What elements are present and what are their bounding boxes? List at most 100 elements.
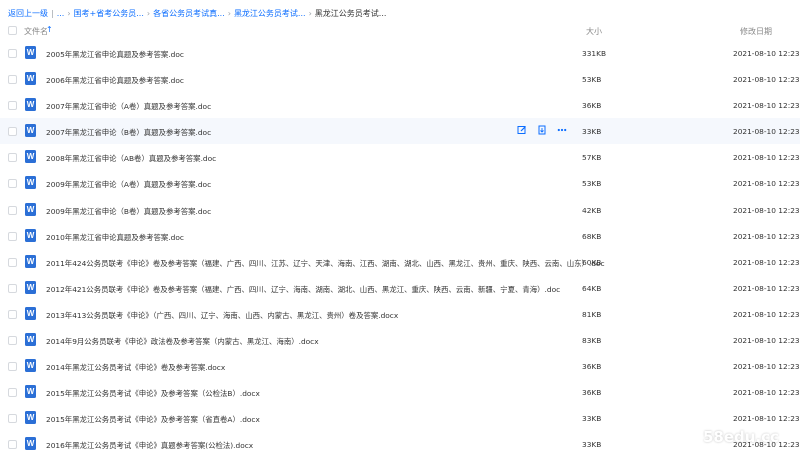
file-size: 60KB	[582, 257, 602, 267]
file-modified-date: 2021-08-10 12:23	[733, 336, 800, 346]
file-row[interactable]: W 2013年413公务员联考《申论》（广西、四川、辽宁、海南、山西、内蒙古、黑龙…	[0, 301, 800, 327]
file-name[interactable]: 2007年黑龙江省申论（A卷）真题及参考答案.doc	[46, 101, 211, 112]
file-name[interactable]: 2007年黑龙江省申论（B卷）真题及参考答案.doc	[46, 127, 211, 138]
breadcrumb-item-ellipsis[interactable]: ...	[57, 9, 65, 18]
file-size: 42KB	[582, 205, 602, 215]
word-doc-icon: W	[25, 254, 36, 268]
file-row[interactable]: W 2007年黑龙江省申论（B卷）真题及参考答案.doc 33KB 2021-08-1…	[0, 118, 800, 145]
breadcrumb-item-national-exam[interactable]: 国考+省考公务员...	[74, 8, 144, 19]
file-row-checkbox[interactable]	[8, 75, 17, 85]
breadcrumb-item-provincial-exam[interactable]: 各省公务员考试真...	[153, 8, 225, 19]
file-row-checkbox[interactable]	[8, 101, 17, 111]
file-modified-date: 2021-08-10 12:23	[733, 101, 800, 111]
word-doc-icon: W	[25, 333, 36, 347]
file-row-checkbox[interactable]	[8, 362, 17, 372]
file-size: 53KB	[582, 179, 602, 189]
file-name[interactable]: 2015年黑龙江公务员考试《申论》及参考答案（省直卷A）.docx	[46, 414, 260, 425]
file-row-checkbox[interactable]	[8, 336, 17, 346]
file-row[interactable]: W 2009年黑龙江省申论（A卷）真题及参考答案.doc 53KB 2021-08-1…	[0, 170, 800, 196]
row-actions	[517, 125, 567, 135]
file-modified-date: 2021-08-10 12:23	[733, 257, 800, 267]
column-header-modified[interactable]: 修改日期	[740, 26, 772, 37]
file-name[interactable]: 2009年黑龙江省申论（A卷）真题及参考答案.doc	[46, 179, 211, 190]
file-name[interactable]: 2014年黑龙江公务员考试《申论》卷及参考答案.docx	[46, 362, 225, 373]
word-doc-icon: W	[25, 306, 36, 320]
file-row-checkbox[interactable]	[8, 205, 17, 215]
breadcrumb-separator: ›	[308, 8, 312, 18]
sort-arrow-up-icon[interactable]: ↑	[46, 25, 53, 34]
file-name[interactable]: 2012年421公务员联考《申论》卷及参考答案（福建、广西、四川、辽宁、海南、湖…	[46, 284, 560, 295]
file-name[interactable]: 2015年黑龙江公务员考试《申论》及参考答案（公检法B）.docx	[46, 388, 260, 399]
breadcrumb-current: 黑龙江公务员考试...	[314, 8, 387, 18]
breadcrumb-separator: ›	[227, 8, 231, 18]
file-name[interactable]: 2016年黑龙江公务员考试《申论》真题参考答案(公检法).docx	[46, 440, 253, 451]
file-row-checkbox[interactable]	[8, 257, 17, 267]
file-row[interactable]: W 2015年黑龙江公务员考试《申论》及参考答案（公检法B）.docx 36KB 20…	[0, 379, 800, 405]
file-row[interactable]: W 2006年黑龙江省申论真题及参考答案.doc 53KB 2021-08-10 12…	[0, 66, 800, 92]
file-name[interactable]: 2013年413公务员联考《申论》（广西、四川、辽宁、海南、山西、内蒙古、黑龙江…	[46, 310, 398, 321]
file-size: 81KB	[582, 309, 602, 319]
column-header-size[interactable]: 大小	[586, 26, 602, 37]
file-modified-date: 2021-08-10 12:23	[733, 388, 800, 398]
file-list: W 2005年黑龙江省申论真题及参考答案.doc 331KB 2021-08-10 1…	[0, 40, 800, 458]
word-doc-icon: W	[25, 124, 36, 138]
select-all-checkbox[interactable]	[8, 26, 17, 35]
file-size: 36KB	[582, 362, 602, 372]
file-modified-date: 2021-08-10 12:23	[733, 49, 800, 58]
file-row-checkbox[interactable]	[8, 153, 17, 163]
file-row[interactable]: W 2012年421公务员联考《申论》卷及参考答案（福建、广西、四川、辽宁、海南、…	[0, 275, 800, 301]
file-size: 33KB	[582, 127, 602, 137]
column-header-name[interactable]: 文件名	[24, 26, 48, 37]
file-row-checkbox[interactable]	[8, 127, 17, 137]
more-icon[interactable]	[557, 125, 567, 135]
file-row[interactable]: W 2008年黑龙江省申论（AB卷）真题及参考答案.doc 57KB 2021-08-…	[0, 144, 800, 170]
file-row-checkbox[interactable]	[8, 388, 17, 398]
file-row-checkbox[interactable]	[8, 440, 17, 450]
file-row[interactable]: W 2007年黑龙江省申论（A卷）真题及参考答案.doc 36KB 2021-08-1…	[0, 92, 800, 118]
file-name[interactable]: 2014年9月公务员联考《申论》政法卷及参考答案（内蒙古、黑龙江、海南）.doc…	[46, 336, 319, 347]
file-row-checkbox[interactable]	[8, 179, 17, 189]
file-modified-date: 2021-08-10 12:23	[733, 414, 800, 424]
file-size: 68KB	[582, 231, 602, 241]
file-name[interactable]: 2010年黑龙江省申论真题及参考答案.doc	[46, 232, 184, 243]
file-row[interactable]: W 2009年黑龙江省申论（B卷）真题及参考答案.doc 42KB 2021-08-1…	[0, 197, 800, 223]
file-row-checkbox[interactable]	[8, 49, 17, 58]
file-modified-date: 2021-08-10 12:23	[733, 153, 800, 163]
edit-icon[interactable]	[517, 125, 527, 135]
file-size: 33KB	[582, 440, 602, 450]
file-row-checkbox[interactable]	[8, 414, 17, 424]
breadcrumb-item-heilongjiang[interactable]: 黑龙江公务员考试...	[234, 8, 306, 19]
file-modified-date: 2021-08-10 12:23	[733, 127, 800, 137]
file-name[interactable]: 2005年黑龙江省申论真题及参考答案.doc	[46, 49, 184, 60]
file-size: 83KB	[582, 336, 602, 346]
file-name[interactable]: 2009年黑龙江省申论（B卷）真题及参考答案.doc	[46, 206, 211, 217]
file-name[interactable]: 2011年424公务员联考《申论》卷及参考答案（福建、广西、四川、江苏、辽宁、天…	[46, 258, 605, 269]
file-row[interactable]: W 2014年9月公务员联考《申论》政法卷及参考答案（内蒙古、黑龙江、海南）.do…	[0, 327, 800, 353]
word-doc-icon: W	[25, 98, 36, 112]
file-row-checkbox[interactable]	[8, 231, 17, 241]
file-size: 36KB	[582, 388, 602, 398]
word-doc-icon: W	[25, 280, 36, 294]
word-doc-icon: W	[25, 46, 36, 59]
word-doc-icon: W	[25, 202, 36, 216]
word-doc-icon: W	[25, 176, 36, 190]
word-doc-icon: W	[25, 385, 36, 399]
file-row[interactable]: W 2016年黑龙江公务员考试《申论》真题参考答案(公检法).docx 33KB 20…	[0, 431, 800, 457]
file-row[interactable]: W 2011年424公务员联考《申论》卷及参考答案（福建、广西、四川、江苏、辽宁、…	[0, 249, 800, 275]
file-row-checkbox[interactable]	[8, 309, 17, 319]
download-icon[interactable]	[537, 125, 547, 135]
file-name[interactable]: 2008年黑龙江省申论（AB卷）真题及参考答案.doc	[46, 153, 216, 164]
file-row[interactable]: W 2005年黑龙江省申论真题及参考答案.doc 331KB 2021-08-10 1…	[0, 40, 800, 66]
file-name[interactable]: 2006年黑龙江省申论真题及参考答案.doc	[46, 75, 184, 86]
file-row[interactable]: W 2010年黑龙江省申论真题及参考答案.doc 68KB 2021-08-10 12…	[0, 223, 800, 249]
file-row[interactable]: W 2014年黑龙江公务员考试《申论》卷及参考答案.docx 36KB 2021-08…	[0, 353, 800, 379]
breadcrumb-back-link[interactable]: 返回上一级	[8, 8, 48, 19]
breadcrumb: 返回上一级 | ... › 国考+省考公务员... › 各省公务员考试真... …	[8, 6, 386, 20]
breadcrumb-separator: |	[51, 8, 54, 18]
file-modified-date: 2021-08-10 12:23	[733, 362, 800, 372]
file-modified-date: 2021-08-10 12:23	[733, 75, 800, 85]
file-size: 36KB	[582, 101, 602, 111]
file-row[interactable]: W 2015年黑龙江公务员考试《申论》及参考答案（省直卷A）.docx 33KB 20…	[0, 405, 800, 431]
word-doc-icon: W	[25, 72, 36, 86]
file-row-checkbox[interactable]	[8, 283, 17, 293]
